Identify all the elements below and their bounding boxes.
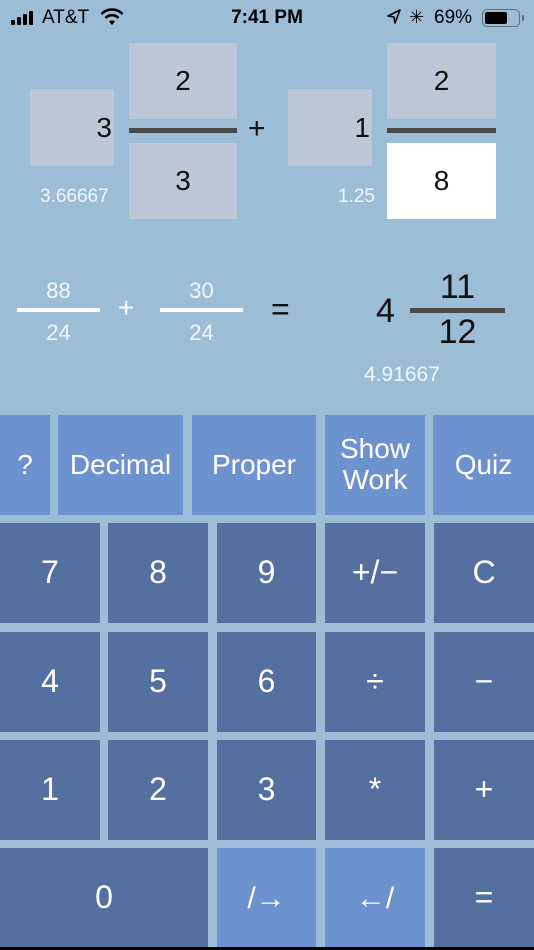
- previous-field-button[interactable]: ←/: [325, 848, 425, 948]
- key-6[interactable]: 6: [217, 632, 316, 732]
- operand2-whole-input[interactable]: 1: [288, 89, 372, 166]
- operator-label: +: [248, 112, 266, 145]
- key-5[interactable]: 5: [108, 632, 208, 732]
- operand2-numerator-input[interactable]: 2: [387, 43, 496, 119]
- operand2-numerator-value: 2: [433, 65, 450, 96]
- operand1-denominator-value: 3: [175, 165, 191, 196]
- key-9[interactable]: 9: [217, 523, 316, 623]
- key-3[interactable]: 3: [217, 740, 316, 840]
- multiply-button[interactable]: *: [325, 740, 425, 840]
- status-bar: AT&T 7:41 PM ✳ 69%: [0, 0, 534, 36]
- decimal-button[interactable]: Decimal: [58, 415, 183, 515]
- proper-button[interactable]: Proper: [192, 415, 316, 515]
- divide-button[interactable]: ÷: [325, 632, 425, 732]
- operand1-fraction-bar: [129, 128, 237, 133]
- add-button[interactable]: +: [434, 740, 534, 840]
- work-term1-bar: [17, 308, 100, 312]
- battery-percent: 69%: [434, 7, 473, 28]
- help-button[interactable]: ?: [0, 415, 50, 515]
- result-denominator: 12: [438, 313, 477, 351]
- work-term1-denominator: 24: [46, 320, 71, 345]
- key-7[interactable]: 7: [0, 523, 100, 623]
- work-operator: +: [118, 292, 135, 323]
- next-field-button[interactable]: /→: [217, 848, 316, 948]
- operand1-decimal: 3.66667: [40, 186, 109, 207]
- negate-button[interactable]: +/−: [325, 523, 425, 623]
- operand2-decimal: 1.25: [338, 186, 375, 207]
- key-8[interactable]: 8: [108, 523, 208, 623]
- operand2-denominator-input[interactable]: 8: [387, 143, 496, 219]
- work-term1-numerator: 88: [46, 278, 71, 303]
- operand1-numerator-input[interactable]: 2: [129, 43, 237, 119]
- subtract-button[interactable]: −: [434, 632, 534, 732]
- key-4[interactable]: 4: [0, 632, 100, 732]
- equals-button[interactable]: =: [434, 848, 534, 948]
- battery-icon: [482, 9, 524, 27]
- operand2-whole-value: 1: [354, 111, 370, 143]
- operand1-whole-input[interactable]: 3: [30, 89, 114, 166]
- result-decimal: 4.91667: [364, 363, 440, 386]
- clear-button[interactable]: C: [434, 523, 534, 623]
- location-arrow-icon: [387, 9, 401, 24]
- work-term2-denominator: 24: [189, 320, 214, 345]
- operand2-denominator-value: 8: [433, 165, 450, 196]
- result-numerator: 11: [439, 268, 476, 306]
- operand2-fraction-bar: [387, 128, 496, 133]
- key-2[interactable]: 2: [108, 740, 208, 840]
- work-term2-numerator: 30: [189, 278, 214, 303]
- quiz-button[interactable]: Quiz: [433, 415, 534, 515]
- key-1[interactable]: 1: [0, 740, 100, 840]
- operand1-whole-value: 3: [96, 111, 112, 143]
- key-0[interactable]: 0: [0, 848, 208, 948]
- work-term2-bar: [160, 308, 243, 312]
- battery-level: [485, 12, 508, 24]
- bluetooth-icon: ✳: [409, 7, 425, 27]
- result-whole: 4: [376, 292, 395, 330]
- work-equals: =: [271, 291, 290, 327]
- operand1-denominator-input[interactable]: 3: [129, 143, 237, 219]
- operand1-numerator-value: 2: [175, 65, 191, 96]
- show-work-button[interactable]: Show Work: [325, 415, 425, 515]
